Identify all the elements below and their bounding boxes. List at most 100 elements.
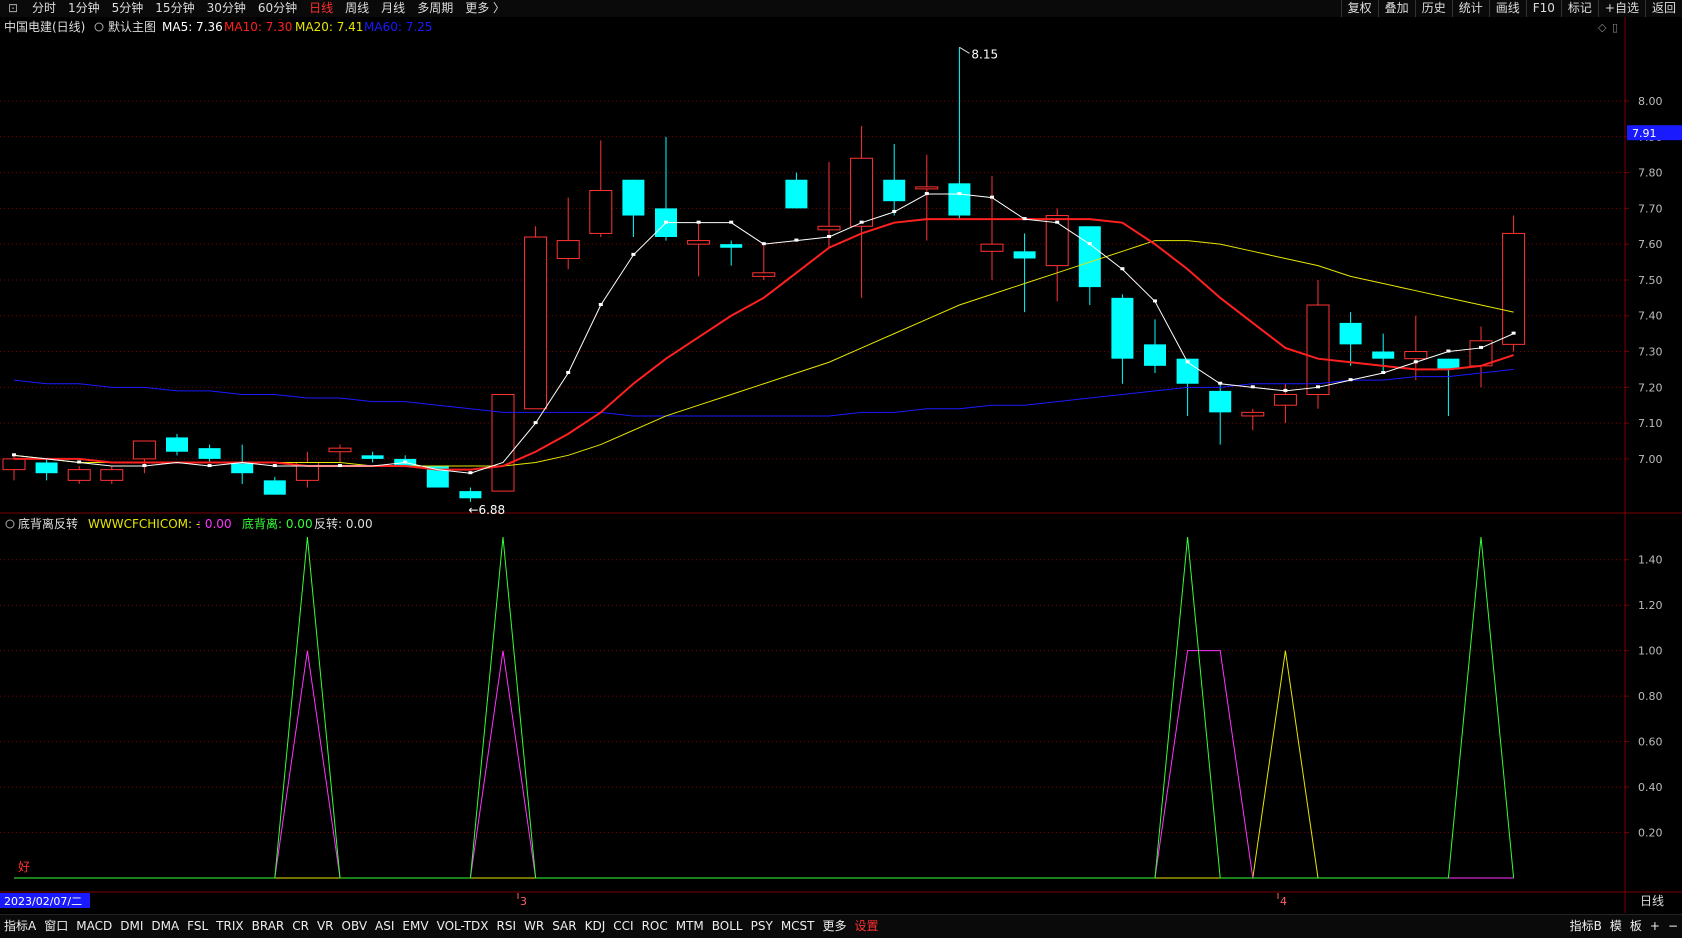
candle-body bbox=[1111, 297, 1134, 359]
price-tick-label: 7.20 bbox=[1638, 381, 1663, 394]
ma5-point bbox=[1185, 360, 1190, 364]
toolbar-button-2[interactable]: 历史 bbox=[1414, 0, 1452, 17]
indicator-value-3: 反转: 0.00 bbox=[314, 516, 373, 531]
ma5-point bbox=[892, 209, 897, 213]
ma5-point bbox=[957, 192, 962, 196]
indicator-tab-20[interactable]: MTM bbox=[672, 915, 708, 938]
indicator-tab-23[interactable]: MCST bbox=[777, 915, 819, 938]
indicator-tab-7[interactable]: BRAR bbox=[248, 915, 289, 938]
candle-body bbox=[100, 469, 124, 481]
bottom-right-button-3[interactable]: + bbox=[1646, 915, 1664, 938]
bottom-right-button-4[interactable]: − bbox=[1664, 915, 1682, 938]
ma5-point bbox=[598, 303, 603, 306]
toolbar-button-7[interactable]: +自选 bbox=[1597, 0, 1645, 17]
ma5-point bbox=[761, 242, 766, 246]
indicator-tab-15[interactable]: WR bbox=[520, 915, 548, 938]
candle-body bbox=[491, 393, 515, 492]
candle-body bbox=[35, 462, 58, 474]
ma5-point bbox=[1413, 360, 1418, 364]
indicator-tab-0[interactable]: 指标A bbox=[0, 915, 40, 938]
indicator-tab-19[interactable]: ROC bbox=[638, 915, 672, 938]
bottom-right-button-0[interactable]: 指标B bbox=[1566, 915, 1606, 938]
tab-period-4[interactable]: 30分钟 bbox=[201, 0, 252, 17]
indicator-tab-13[interactable]: VOL-TDX bbox=[433, 915, 493, 938]
candle-body bbox=[231, 462, 254, 474]
indicator-tab-16[interactable]: SAR bbox=[548, 915, 580, 938]
indicator-tab-2[interactable]: MACD bbox=[72, 915, 116, 938]
month-label-4: 4 bbox=[1280, 895, 1287, 908]
indicator-tab-9[interactable]: VR bbox=[313, 915, 338, 938]
indicator-tab-12[interactable]: EMV bbox=[398, 915, 432, 938]
ma5-point bbox=[1381, 371, 1386, 374]
price-tick-label: 7.50 bbox=[1638, 274, 1663, 287]
ma5-point bbox=[1250, 385, 1255, 389]
toolbar-button-0[interactable]: 复权 bbox=[1340, 0, 1378, 17]
high-label: 8.15 bbox=[971, 47, 998, 61]
ma5-point bbox=[566, 371, 571, 374]
bottom-right-button-1[interactable]: 模 bbox=[1606, 915, 1626, 938]
tab-period-3[interactable]: 15分钟 bbox=[149, 0, 200, 17]
ma5-point bbox=[924, 192, 929, 196]
tab-period-1[interactable]: 1分钟 bbox=[62, 0, 106, 17]
tab-period-7[interactable]: 周线 bbox=[339, 0, 375, 17]
ma5-point bbox=[468, 471, 473, 475]
top-toolbar: ⊡ 分时 1分钟 5分钟 15分钟 30分钟 60分钟 日线 周线 月线 多周期 更多 〉 复权 叠加… bbox=[0, 0, 1682, 18]
candle-body bbox=[556, 240, 580, 259]
ma10-label: MA10: 7.30 bbox=[224, 20, 292, 34]
tab-period-5[interactable]: 60分钟 bbox=[252, 0, 303, 17]
indicator-tab-14[interactable]: RSI bbox=[493, 915, 521, 938]
indicator-tab-18[interactable]: CCI bbox=[609, 915, 637, 938]
toolbar-button-6[interactable]: 标记 bbox=[1560, 0, 1598, 17]
indicator-tab-6[interactable]: TRIX bbox=[212, 915, 247, 938]
candle-body bbox=[817, 225, 841, 231]
main-header-stock: 中国电建(日线) bbox=[4, 19, 85, 34]
tab-period-8[interactable]: 月线 bbox=[375, 0, 411, 17]
ma5-point bbox=[1055, 220, 1060, 224]
bottom-right-button-2[interactable]: 板 bbox=[1626, 915, 1646, 938]
indicator-tab-22[interactable]: PSY bbox=[747, 915, 777, 938]
indicator-tick-label: 1.40 bbox=[1638, 554, 1663, 567]
tab-period-0[interactable]: 分时 bbox=[26, 0, 62, 17]
price-tick-label: 7.00 bbox=[1638, 453, 1663, 466]
indicator-tab-21[interactable]: BOLL bbox=[708, 915, 747, 938]
ma5-point bbox=[1348, 378, 1353, 382]
candle-body bbox=[524, 236, 548, 410]
ma5-point bbox=[1316, 385, 1320, 389]
bottom-toolbar: 指标A 窗口 MACD DMI DMA FSL TRIX BRAR CR VR OBV ASI EMV V… bbox=[0, 914, 1682, 938]
candle-body bbox=[589, 189, 613, 234]
indicator-tab-5[interactable]: FSL bbox=[183, 915, 212, 938]
ma5-point bbox=[77, 460, 82, 464]
indicator-tab-8[interactable]: CR bbox=[288, 915, 313, 938]
ma5-point bbox=[1479, 345, 1483, 349]
toolbar-button-5[interactable]: F10 bbox=[1525, 0, 1561, 17]
tab-period-9[interactable]: 多周期 bbox=[411, 0, 459, 17]
price-tick-label: 7.70 bbox=[1638, 202, 1663, 215]
tab-period-6[interactable]: 日线 bbox=[303, 0, 339, 17]
toolbar-button-4[interactable]: 画线 bbox=[1488, 0, 1526, 17]
tab-period-2[interactable]: 5分钟 bbox=[106, 0, 150, 17]
ma5-point bbox=[990, 195, 994, 199]
ma5-point bbox=[827, 235, 831, 238]
toolbar-button-8[interactable]: 返回 bbox=[1644, 0, 1682, 17]
indicator-tab-25[interactable]: 设置 bbox=[851, 915, 883, 938]
good-label: 好 bbox=[18, 860, 30, 874]
toolbar-button-3[interactable]: 统计 bbox=[1451, 0, 1489, 17]
candle-body bbox=[328, 447, 352, 453]
tab-period-10[interactable]: 更多 〉 bbox=[459, 0, 511, 17]
indicator-tab-17[interactable]: KDJ bbox=[581, 915, 610, 938]
indicator-tab-1[interactable]: 窗口 bbox=[40, 915, 72, 938]
candle-body bbox=[263, 480, 286, 495]
indicator-tab-3[interactable]: DMI bbox=[116, 915, 147, 938]
ma5-point bbox=[1120, 267, 1125, 271]
candle-body bbox=[1502, 232, 1526, 345]
ma5-point bbox=[1283, 388, 1288, 392]
window-icon[interactable]: ⊡ bbox=[0, 0, 26, 17]
indicator-tab-10[interactable]: OBV bbox=[338, 915, 372, 938]
indicator-tab-24[interactable]: 更多 bbox=[819, 915, 851, 938]
price-tick-label: 7.40 bbox=[1638, 310, 1663, 323]
indicator-tab-11[interactable]: ASI bbox=[371, 915, 398, 938]
toolbar-button-1[interactable]: 叠加 bbox=[1377, 0, 1415, 17]
ma5-point bbox=[696, 220, 701, 224]
indicator-tab-4[interactable]: DMA bbox=[147, 915, 183, 938]
indicator-value-1: : 0.00 bbox=[197, 517, 232, 531]
